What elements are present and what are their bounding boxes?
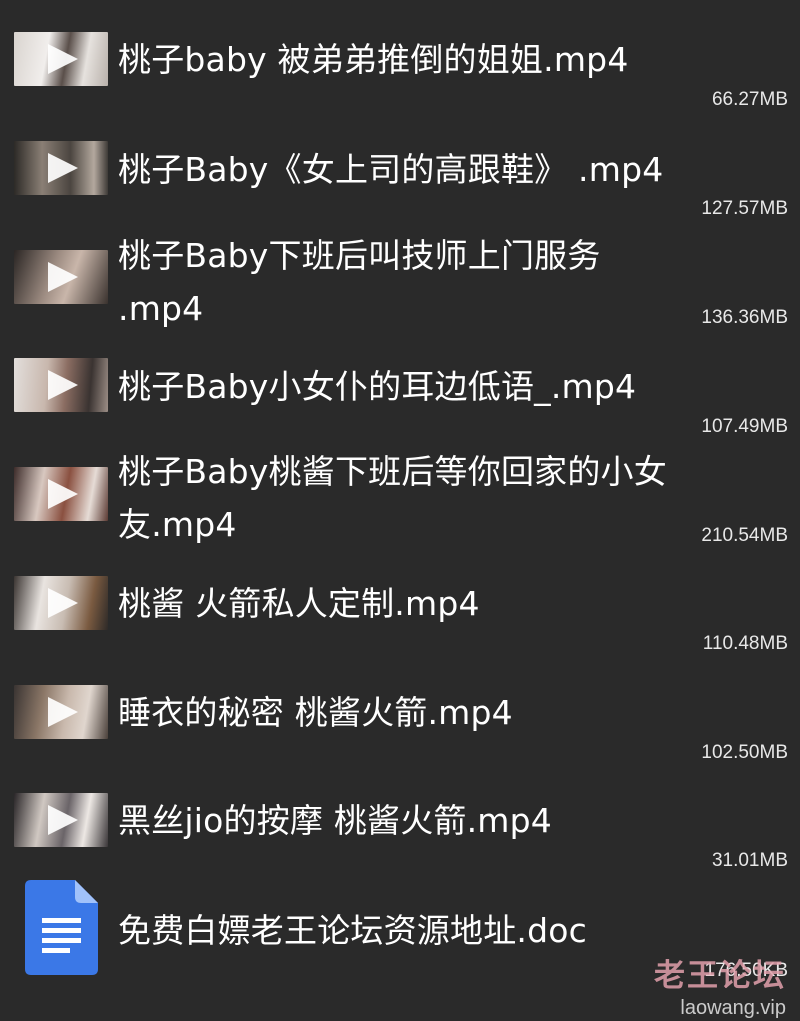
file-name: 桃酱 火箭私人定制.mp4	[118, 584, 480, 623]
watermark-title: 老王论坛	[654, 958, 786, 994]
file-item-2[interactable]: 桃子Baby《女上司的高跟鞋》 .mp4 127.57MB	[0, 110, 800, 219]
file-name: 免费白嫖老王论坛资源地址.doc	[118, 911, 587, 950]
file-item-3[interactable]: 桃子Baby下班后叫技师上门服务 .mp4 136.36MB	[0, 220, 800, 328]
file-name: 睡衣的秘密 桃酱火箭.mp4	[118, 693, 513, 732]
file-size: 136.36MB	[701, 307, 788, 328]
file-size: 66.27MB	[711, 89, 788, 110]
watermark: 老王论坛 laowang.vip	[654, 950, 786, 1020]
video-thumbnail	[14, 793, 108, 847]
play-icon	[48, 479, 78, 509]
file-item-7[interactable]: 睡衣的秘密 桃酱火箭.mp4 102.50MB	[0, 660, 800, 768]
google-docs-icon	[25, 880, 98, 975]
play-icon	[48, 588, 78, 618]
file-name: 桃子Baby小女仆的耳边低语_.mp4	[118, 367, 637, 406]
video-thumbnail	[14, 32, 108, 86]
play-icon	[48, 153, 78, 183]
file-size: 127.57MB	[701, 198, 788, 219]
file-size: 102.50MB	[701, 742, 788, 763]
file-name: 桃子baby 被弟弟推倒的姐姐.mp4	[118, 40, 629, 79]
file-item-1[interactable]: 桃子baby 被弟弟推倒的姐姐.mp4 66.27MB	[0, 0, 800, 110]
file-item-4[interactable]: 桃子Baby小女仆的耳边低语_.mp4 107.49MB	[0, 330, 800, 438]
play-icon	[48, 370, 78, 400]
play-icon	[48, 44, 78, 74]
file-size: 107.49MB	[701, 416, 788, 437]
play-icon	[48, 805, 78, 835]
file-item-6[interactable]: 桃酱 火箭私人定制.mp4 110.48MB	[0, 550, 800, 658]
file-item-5[interactable]: 桃子Baby桃酱下班后等你回家的小女友.mp4 210.54MB	[0, 440, 800, 548]
file-name: 桃子Baby桃酱下班后等你回家的小女友.mp4	[118, 452, 667, 544]
video-thumbnail	[14, 250, 108, 304]
watermark-url: laowang.vip	[680, 997, 786, 1019]
file-name: 桃子Baby《女上司的高跟鞋》 .mp4	[118, 150, 664, 189]
file-size: 31.01MB	[711, 850, 788, 871]
video-thumbnail	[14, 467, 108, 521]
play-icon	[48, 697, 78, 727]
file-name: 黑丝jio的按摩 桃酱火箭.mp4	[118, 801, 552, 840]
file-item-8[interactable]: 黑丝jio的按摩 桃酱火箭.mp4 31.01MB	[0, 770, 800, 878]
video-thumbnail	[14, 358, 108, 412]
video-thumbnail	[14, 576, 108, 630]
play-icon	[48, 262, 78, 292]
file-name: 桃子Baby下班后叫技师上门服务 .mp4	[118, 236, 601, 328]
file-size: 110.48MB	[702, 633, 788, 654]
video-thumbnail	[14, 685, 108, 739]
video-thumbnail	[14, 141, 108, 195]
file-size: 210.54MB	[701, 525, 788, 546]
